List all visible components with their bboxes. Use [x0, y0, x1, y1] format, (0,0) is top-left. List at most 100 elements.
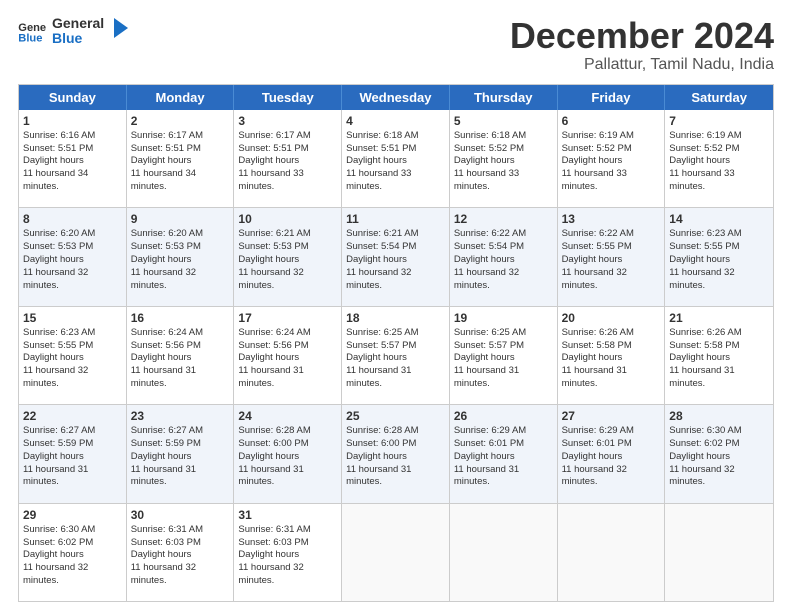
day-number: 20	[562, 310, 661, 326]
sunrise: Sunrise: 6:30 AMSunset: 6:02 PMDaylight …	[669, 425, 741, 487]
sunrise: Sunrise: 6:28 AMSunset: 6:00 PMDaylight …	[346, 425, 418, 487]
sunrise: Sunrise: 6:18 AMSunset: 5:52 PMDaylight …	[454, 130, 526, 192]
sunrise: Sunrise: 6:29 AMSunset: 6:01 PMDaylight …	[562, 425, 634, 487]
calendar-cell: 25Sunrise: 6:28 AMSunset: 6:00 PMDayligh…	[342, 405, 450, 502]
location-title: Pallattur, Tamil Nadu, India	[510, 56, 774, 74]
month-title: December 2024	[510, 16, 774, 56]
sunrise: Sunrise: 6:16 AMSunset: 5:51 PMDaylight …	[23, 130, 95, 192]
calendar-cell: 12Sunrise: 6:22 AMSunset: 5:54 PMDayligh…	[450, 208, 558, 305]
day-number: 5	[454, 113, 553, 129]
day-number: 9	[131, 211, 230, 227]
calendar-cell	[450, 504, 558, 601]
sunrise: Sunrise: 6:22 AMSunset: 5:54 PMDaylight …	[454, 228, 526, 290]
sunrise: Sunrise: 6:25 AMSunset: 5:57 PMDaylight …	[346, 327, 418, 389]
day-number: 29	[23, 507, 122, 523]
day-number: 14	[669, 211, 769, 227]
calendar-cell: 23Sunrise: 6:27 AMSunset: 5:59 PMDayligh…	[127, 405, 235, 502]
header: General Blue General Blue December 2024 …	[18, 16, 774, 74]
sunrise: Sunrise: 6:17 AMSunset: 5:51 PMDaylight …	[131, 130, 203, 192]
logo: General Blue General Blue	[18, 16, 128, 47]
calendar-header-cell: Wednesday	[342, 85, 450, 110]
calendar-cell: 20Sunrise: 6:26 AMSunset: 5:58 PMDayligh…	[558, 307, 666, 404]
calendar-cell	[665, 504, 773, 601]
calendar-cell: 14Sunrise: 6:23 AMSunset: 5:55 PMDayligh…	[665, 208, 773, 305]
day-number: 26	[454, 408, 553, 424]
sunrise: Sunrise: 6:21 AMSunset: 5:53 PMDaylight …	[238, 228, 310, 290]
logo-arrow-icon	[110, 18, 128, 38]
calendar-cell	[558, 504, 666, 601]
day-number: 19	[454, 310, 553, 326]
title-block: December 2024 Pallattur, Tamil Nadu, Ind…	[510, 16, 774, 74]
day-number: 24	[238, 408, 337, 424]
calendar-cell: 13Sunrise: 6:22 AMSunset: 5:55 PMDayligh…	[558, 208, 666, 305]
sunrise: Sunrise: 6:20 AMSunset: 5:53 PMDaylight …	[23, 228, 95, 290]
sunrise: Sunrise: 6:29 AMSunset: 6:01 PMDaylight …	[454, 425, 526, 487]
sunrise: Sunrise: 6:20 AMSunset: 5:53 PMDaylight …	[131, 228, 203, 290]
calendar-cell: 19Sunrise: 6:25 AMSunset: 5:57 PMDayligh…	[450, 307, 558, 404]
day-number: 6	[562, 113, 661, 129]
day-number: 23	[131, 408, 230, 424]
calendar-week: 22Sunrise: 6:27 AMSunset: 5:59 PMDayligh…	[19, 405, 773, 503]
sunrise: Sunrise: 6:27 AMSunset: 5:59 PMDaylight …	[23, 425, 95, 487]
sunrise: Sunrise: 6:31 AMSunset: 6:03 PMDaylight …	[131, 524, 203, 586]
sunrise: Sunrise: 6:28 AMSunset: 6:00 PMDaylight …	[238, 425, 310, 487]
calendar-cell: 5Sunrise: 6:18 AMSunset: 5:52 PMDaylight…	[450, 110, 558, 207]
sunrise: Sunrise: 6:27 AMSunset: 5:59 PMDaylight …	[131, 425, 203, 487]
day-number: 16	[131, 310, 230, 326]
sunrise: Sunrise: 6:18 AMSunset: 5:51 PMDaylight …	[346, 130, 418, 192]
day-number: 25	[346, 408, 445, 424]
calendar-cell: 1Sunrise: 6:16 AMSunset: 5:51 PMDaylight…	[19, 110, 127, 207]
day-number: 3	[238, 113, 337, 129]
sunrise: Sunrise: 6:31 AMSunset: 6:03 PMDaylight …	[238, 524, 310, 586]
calendar-body: 1Sunrise: 6:16 AMSunset: 5:51 PMDaylight…	[19, 110, 773, 601]
sunrise: Sunrise: 6:17 AMSunset: 5:51 PMDaylight …	[238, 130, 310, 192]
calendar-week: 15Sunrise: 6:23 AMSunset: 5:55 PMDayligh…	[19, 307, 773, 405]
logo-general: General	[52, 16, 104, 31]
calendar-cell: 4Sunrise: 6:18 AMSunset: 5:51 PMDaylight…	[342, 110, 450, 207]
page: General Blue General Blue December 2024 …	[0, 0, 792, 612]
calendar-cell: 28Sunrise: 6:30 AMSunset: 6:02 PMDayligh…	[665, 405, 773, 502]
calendar-cell: 31Sunrise: 6:31 AMSunset: 6:03 PMDayligh…	[234, 504, 342, 601]
calendar-cell: 22Sunrise: 6:27 AMSunset: 5:59 PMDayligh…	[19, 405, 127, 502]
calendar-cell: 6Sunrise: 6:19 AMSunset: 5:52 PMDaylight…	[558, 110, 666, 207]
calendar-header-cell: Friday	[558, 85, 666, 110]
calendar-cell: 10Sunrise: 6:21 AMSunset: 5:53 PMDayligh…	[234, 208, 342, 305]
sunrise: Sunrise: 6:26 AMSunset: 5:58 PMDaylight …	[562, 327, 634, 389]
day-number: 18	[346, 310, 445, 326]
day-number: 12	[454, 211, 553, 227]
calendar-header-cell: Monday	[127, 85, 235, 110]
day-number: 30	[131, 507, 230, 523]
calendar-header-cell: Thursday	[450, 85, 558, 110]
calendar-cell	[342, 504, 450, 601]
day-number: 2	[131, 113, 230, 129]
calendar-cell: 30Sunrise: 6:31 AMSunset: 6:03 PMDayligh…	[127, 504, 235, 601]
calendar-week: 1Sunrise: 6:16 AMSunset: 5:51 PMDaylight…	[19, 110, 773, 208]
sunrise: Sunrise: 6:19 AMSunset: 5:52 PMDaylight …	[562, 130, 634, 192]
calendar-header-cell: Saturday	[665, 85, 773, 110]
logo-blue: Blue	[52, 31, 104, 46]
calendar-cell: 8Sunrise: 6:20 AMSunset: 5:53 PMDaylight…	[19, 208, 127, 305]
sunrise: Sunrise: 6:21 AMSunset: 5:54 PMDaylight …	[346, 228, 418, 290]
calendar-cell: 3Sunrise: 6:17 AMSunset: 5:51 PMDaylight…	[234, 110, 342, 207]
calendar-cell: 17Sunrise: 6:24 AMSunset: 5:56 PMDayligh…	[234, 307, 342, 404]
day-number: 31	[238, 507, 337, 523]
sunrise: Sunrise: 6:25 AMSunset: 5:57 PMDaylight …	[454, 327, 526, 389]
day-number: 4	[346, 113, 445, 129]
day-number: 11	[346, 211, 445, 227]
calendar-cell: 24Sunrise: 6:28 AMSunset: 6:00 PMDayligh…	[234, 405, 342, 502]
day-number: 17	[238, 310, 337, 326]
day-number: 10	[238, 211, 337, 227]
day-number: 7	[669, 113, 769, 129]
calendar-cell: 21Sunrise: 6:26 AMSunset: 5:58 PMDayligh…	[665, 307, 773, 404]
logo-icon: General Blue	[18, 19, 46, 43]
sunrise: Sunrise: 6:19 AMSunset: 5:52 PMDaylight …	[669, 130, 741, 192]
svg-text:Blue: Blue	[18, 33, 42, 44]
sunrise: Sunrise: 6:23 AMSunset: 5:55 PMDaylight …	[23, 327, 95, 389]
sunrise: Sunrise: 6:23 AMSunset: 5:55 PMDaylight …	[669, 228, 741, 290]
calendar-week: 8Sunrise: 6:20 AMSunset: 5:53 PMDaylight…	[19, 208, 773, 306]
calendar-cell: 9Sunrise: 6:20 AMSunset: 5:53 PMDaylight…	[127, 208, 235, 305]
sunrise: Sunrise: 6:24 AMSunset: 5:56 PMDaylight …	[131, 327, 203, 389]
calendar-header-cell: Sunday	[19, 85, 127, 110]
day-number: 13	[562, 211, 661, 227]
day-number: 8	[23, 211, 122, 227]
